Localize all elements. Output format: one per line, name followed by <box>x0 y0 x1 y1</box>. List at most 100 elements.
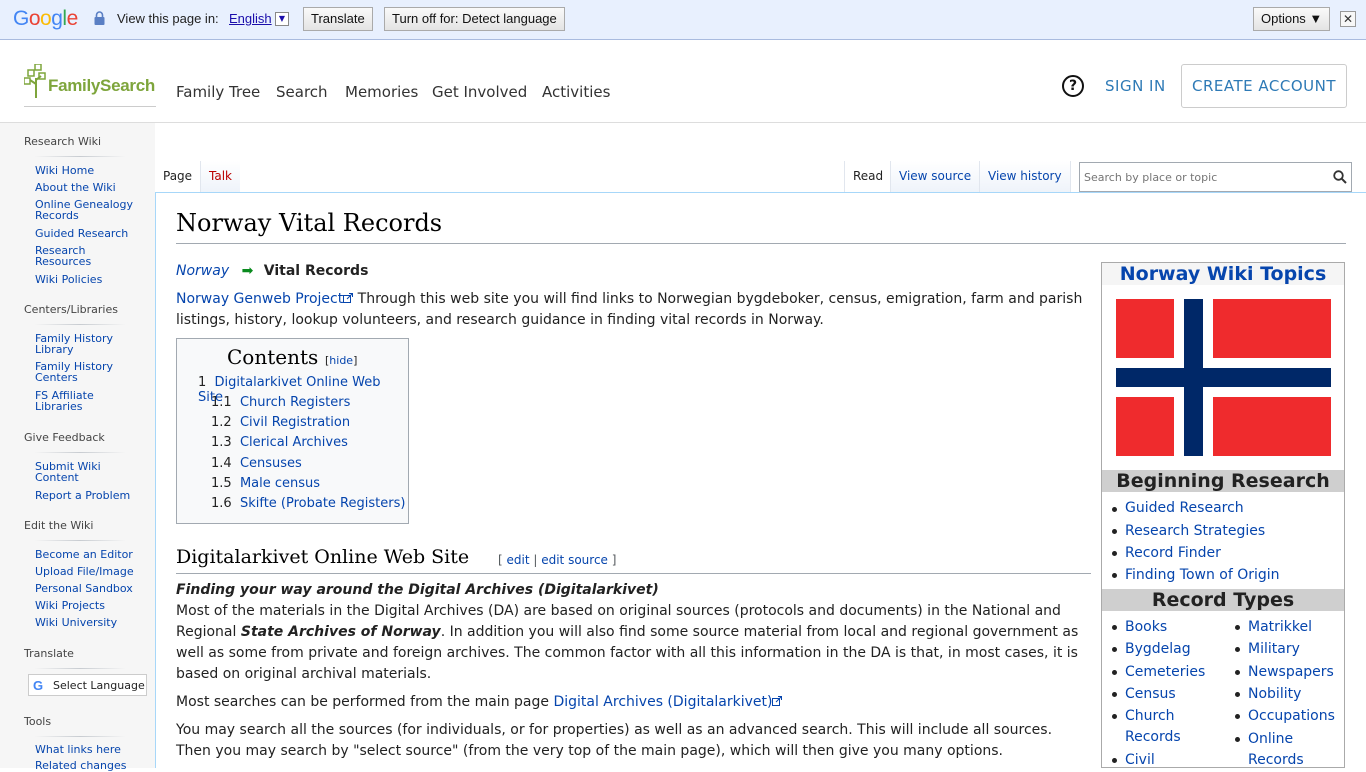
sidebar-item-online-records[interactable]: Online Genealogy Records <box>35 199 135 221</box>
nav-memories[interactable]: Memories <box>345 83 418 101</box>
sidebar-divider <box>34 156 126 157</box>
infobox-link-cemeteries[interactable]: Cemeteries <box>1125 662 1205 683</box>
infobox-link-church[interactable]: Church <box>1125 706 1175 727</box>
breadcrumb-norway[interactable]: Norway <box>176 263 229 279</box>
site-header: FamilySearch Family Tree Search Memories… <box>0 40 1366 123</box>
sidebar-divider <box>34 668 126 669</box>
bullet <box>1112 529 1117 534</box>
sidebar-heading-edit: Edit the Wiki <box>24 519 94 532</box>
sidebar-item-upload[interactable]: Upload File/Image <box>35 566 135 577</box>
tab-talk[interactable]: Talk <box>200 161 240 193</box>
infobox-link-online[interactable]: Online <box>1248 729 1293 750</box>
digital-archives-link[interactable]: Digital Archives (Digitalarkivet) <box>553 694 772 710</box>
arrow-right-icon: ➡ <box>241 263 254 279</box>
norway-topics-infobox: Norway Wiki Topics Beginning Research Gu… <box>1101 262 1345 768</box>
infobox-link-town-of-origin[interactable]: Finding Town of Origin <box>1125 565 1280 586</box>
section-divider <box>176 573 1091 574</box>
turn-off-button[interactable]: Turn off for: Detect language <box>384 7 565 31</box>
paragraph-text: Most searches can be performed from the … <box>176 694 554 710</box>
infobox-link-church-records[interactable]: Records <box>1125 727 1181 748</box>
lock-icon <box>94 11 105 25</box>
page-title: Norway Vital Records <box>176 209 443 237</box>
sidebar-item-submit-content[interactable]: Submit Wiki Content <box>35 461 135 483</box>
google-g-icon: G <box>33 678 44 693</box>
intro-text: Through this web site you will find link… <box>353 291 1083 307</box>
sidebar-item-sandbox[interactable]: Personal Sandbox <box>35 583 135 594</box>
nav-activities[interactable]: Activities <box>542 83 610 101</box>
sidebar-item-fhc[interactable]: Family History Centers <box>35 361 135 383</box>
sidebar-heading-research-wiki: Research Wiki <box>24 135 102 148</box>
nav-get-involved[interactable]: Get Involved <box>432 83 527 101</box>
infobox-link-occupations[interactable]: Occupations <box>1248 706 1335 727</box>
edit-link[interactable]: edit <box>507 553 530 567</box>
infobox-title[interactable]: Norway Wiki Topics <box>1102 263 1344 285</box>
toc-label: Church Registers <box>239 395 351 410</box>
sidebar-item-become-editor[interactable]: Become an Editor <box>35 549 135 560</box>
sidebar-item-fhl[interactable]: Family History Library <box>35 333 135 355</box>
sidebar-item-wiki-policies[interactable]: Wiki Policies <box>35 274 135 285</box>
paragraph-text: Most of the materials in the Digital Arc… <box>176 603 1061 619</box>
infobox-link-bygdelag[interactable]: Bygdelag <box>1125 639 1191 660</box>
genweb-link[interactable]: Norway Genweb Project <box>176 291 343 307</box>
toc-hide-link[interactable]: hide <box>329 354 353 367</box>
sidebar-item-research-resources[interactable]: Research Resources <box>35 245 135 267</box>
section-paragraph-3: You may search all the sources (for indi… <box>176 720 1092 762</box>
google-logo: Google <box>13 7 78 30</box>
tab-view-history[interactable]: View history <box>979 161 1071 193</box>
table-of-contents: Contents [hide] 1 Digitalarkivet Online … <box>176 338 409 524</box>
infobox-link-census[interactable]: Census <box>1125 684 1176 705</box>
section-heading: Digitalarkivet Online Web Site <box>176 546 470 568</box>
sidebar-item-wiki-home[interactable]: Wiki Home <box>35 165 135 176</box>
select-language-label: Select Language <box>53 679 145 692</box>
toc-item[interactable]: 1.2 Civil Registration <box>211 415 350 430</box>
infobox-link-newspapers[interactable]: Newspapers <box>1248 662 1334 683</box>
help-icon[interactable]: ? <box>1062 75 1084 97</box>
bullet <box>1112 507 1117 512</box>
toc-item[interactable]: 1.1 Church Registers <box>211 395 350 410</box>
infobox-link-matrikkel[interactable]: Matrikkel <box>1248 617 1312 638</box>
sidebar-item-wiki-projects[interactable]: Wiki Projects <box>35 600 135 611</box>
sidebar-item-affiliate[interactable]: FS Affiliate Libraries <box>35 390 135 412</box>
bullet <box>1112 670 1117 675</box>
sidebar-item-about-wiki[interactable]: About the Wiki <box>35 182 135 193</box>
toc-item[interactable]: 1.5 Male census <box>211 476 320 491</box>
chevron-down-icon[interactable]: ▼ <box>275 12 289 26</box>
sidebar-heading-tools: Tools <box>24 715 52 728</box>
nav-family-tree[interactable]: Family Tree <box>176 83 260 101</box>
infobox-link-nobility[interactable]: Nobility <box>1248 684 1301 705</box>
sidebar: Research Wiki Wiki Home About the Wiki O… <box>0 123 155 771</box>
infobox-link-guided-research[interactable]: Guided Research <box>1125 498 1244 519</box>
sidebar-item-wiki-university[interactable]: Wiki University <box>35 617 135 628</box>
toc-item[interactable]: 1.6 Skifte (Probate Registers) <box>211 496 405 511</box>
sidebar-item-report-problem[interactable]: Report a Problem <box>35 490 135 501</box>
toc-item[interactable]: 1.4 Censuses <box>211 456 302 471</box>
sidebar-item-guided-research[interactable]: Guided Research <box>35 228 135 239</box>
infobox-link-record-finder[interactable]: Record Finder <box>1125 543 1221 564</box>
search-icon[interactable] <box>1333 170 1347 184</box>
sidebar-item-what-links-here[interactable]: What links here <box>35 744 135 755</box>
language-select[interactable]: English <box>229 11 272 26</box>
nav-search[interactable]: Search <box>276 83 328 101</box>
toc-item[interactable]: 1.3 Clerical Archives <box>211 435 348 450</box>
infobox-section-record-types: Record Types <box>1102 589 1344 611</box>
sign-in-link[interactable]: SIGN IN <box>1105 77 1166 95</box>
edit-source-link[interactable]: edit source <box>541 553 608 567</box>
sidebar-heading-centers: Centers/Libraries <box>24 303 118 316</box>
tab-view-source[interactable]: View source <box>890 161 980 193</box>
translate-button[interactable]: Translate <box>303 7 373 31</box>
create-account-button[interactable]: CREATE ACCOUNT <box>1181 64 1347 108</box>
infobox-link-books[interactable]: Books <box>1125 617 1167 638</box>
tab-page[interactable]: Page <box>155 161 201 193</box>
tab-read[interactable]: Read <box>844 161 892 193</box>
external-link-icon <box>772 696 783 706</box>
search-input[interactable] <box>1082 164 1322 190</box>
close-icon[interactable]: ✕ <box>1340 11 1356 27</box>
infobox-link-military[interactable]: Military <box>1248 639 1300 660</box>
options-button[interactable]: Options ▼ <box>1253 7 1331 31</box>
toc-hide-toggle[interactable]: [hide] <box>325 354 357 367</box>
select-language-widget[interactable]: G Select Language <box>28 674 147 696</box>
bullet <box>1235 625 1240 630</box>
sidebar-item-related-changes[interactable]: Related changes <box>35 760 135 771</box>
familysearch-logo[interactable]: FamilySearch <box>24 64 156 107</box>
infobox-link-research-strategies[interactable]: Research Strategies <box>1125 521 1265 542</box>
